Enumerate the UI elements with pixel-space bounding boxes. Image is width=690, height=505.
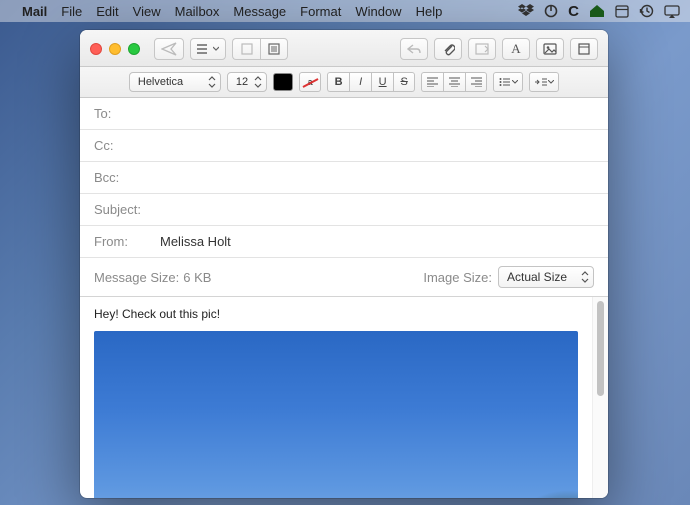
subject-field[interactable]: Subject: [80,194,608,226]
menu-file[interactable]: File [61,4,82,19]
zoom-window-button[interactable] [128,43,140,55]
chevron-updown-icon [208,76,216,88]
header-fields-button[interactable] [190,38,226,60]
cc-input[interactable] [154,138,594,153]
rich-text-button[interactable] [232,38,260,60]
message-body-area: Hey! Check out this pic! [80,297,608,498]
format-bar-toggle[interactable] [570,38,598,60]
send-button[interactable] [154,38,184,60]
body-text: Hey! Check out this pic! [94,307,578,321]
menu-help[interactable]: Help [416,4,443,19]
image-size-value: Actual Size [507,270,567,284]
font-family-select[interactable]: Helvetica [129,72,221,92]
to-input[interactable] [154,106,594,121]
minimize-window-button[interactable] [109,43,121,55]
cc-label: Cc: [94,138,154,153]
power-icon[interactable] [544,4,558,18]
image-size-label: Image Size: [423,270,492,285]
to-label: To: [94,106,154,121]
format-bar: Helvetica 12 a B I U S [80,67,608,98]
bold-button[interactable]: B [327,72,349,92]
message-size-value: 6 KB [183,270,211,285]
strike-button[interactable]: S [393,72,415,92]
background-color-button[interactable]: a [299,72,321,92]
align-left-button[interactable] [421,72,443,92]
italic-button[interactable]: I [349,72,371,92]
text-color-swatch[interactable] [273,73,293,91]
attached-image[interactable] [94,331,578,498]
letter-c-icon[interactable]: C [568,3,579,20]
photo-browser-button[interactable] [536,38,564,60]
fonts-button[interactable]: A [502,38,530,60]
bcc-field[interactable]: Bcc: [80,162,608,194]
reply-button[interactable] [400,38,428,60]
align-right-button[interactable] [465,72,487,92]
underline-button[interactable]: U [371,72,393,92]
chevron-updown-icon [581,271,589,283]
bcc-input[interactable] [154,170,594,185]
app-menu[interactable]: Mail [22,4,47,19]
list-button[interactable] [493,72,523,92]
from-value: Melissa Holt [160,234,231,249]
scroll-thumb[interactable] [597,301,604,396]
attach-button[interactable] [434,38,462,60]
menu-edit[interactable]: Edit [96,4,118,19]
subject-label: Subject: [94,202,154,217]
header-fields: To: Cc: Bcc: Subject: From: Melissa Holt… [80,98,608,297]
indent-button[interactable] [529,72,559,92]
menu-mailbox[interactable]: Mailbox [175,4,220,19]
home-icon[interactable] [589,4,605,18]
font-size-select[interactable]: 12 [227,72,267,92]
subject-input[interactable] [154,202,594,217]
font-size-value: 12 [236,76,248,88]
close-window-button[interactable] [90,43,102,55]
message-size-label: Message Size: [94,270,179,285]
to-field[interactable]: To: [80,98,608,130]
message-body[interactable]: Hey! Check out this pic! [80,297,592,498]
compose-window: A Helvetica 12 a B I U S [80,30,608,498]
macos-menubar: Mail File Edit View Mailbox Message Form… [0,0,690,22]
menu-window[interactable]: Window [355,4,401,19]
airplay-icon[interactable] [664,5,680,18]
plain-text-button[interactable] [260,38,288,60]
menu-message[interactable]: Message [233,4,286,19]
window-titlebar: A [80,30,608,67]
vertical-scrollbar[interactable] [592,297,608,498]
menu-view[interactable]: View [133,4,161,19]
from-field[interactable]: From: Melissa Holt [80,226,608,258]
menu-format[interactable]: Format [300,4,341,19]
image-size-select[interactable]: Actual Size [498,266,594,288]
bcc-label: Bcc: [94,170,154,185]
align-center-button[interactable] [443,72,465,92]
from-label: From: [94,234,154,249]
size-info-row: Message Size: 6 KB Image Size: Actual Si… [80,258,608,297]
font-family-value: Helvetica [138,76,183,88]
window-traffic-lights [90,43,140,55]
calendar-icon[interactable] [615,4,629,18]
insert-button[interactable] [468,38,496,60]
chevron-updown-icon [254,76,262,88]
dropbox-icon[interactable] [518,4,534,18]
timemachine-icon[interactable] [639,4,654,18]
cc-field[interactable]: Cc: [80,130,608,162]
